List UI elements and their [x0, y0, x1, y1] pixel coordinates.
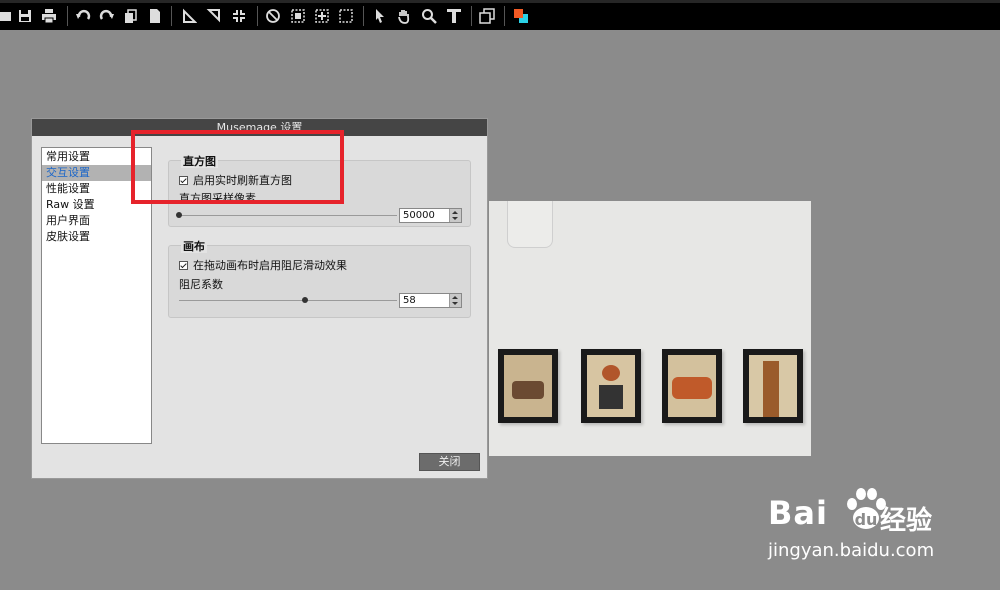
- crop-icon[interactable]: [313, 7, 331, 25]
- spinbox-arrows[interactable]: [449, 294, 461, 307]
- hand-icon[interactable]: [395, 7, 413, 25]
- damping-coefficient-label: 阻尼系数: [179, 278, 223, 291]
- rotate-left-icon[interactable]: [180, 7, 198, 25]
- spinbox-arrows[interactable]: [449, 209, 461, 222]
- save-icon[interactable]: [16, 7, 34, 25]
- spinbox-value: 58: [403, 295, 416, 306]
- window-top-edge: [0, 0, 1000, 3]
- color-icon[interactable]: [512, 7, 530, 25]
- text-icon[interactable]: [445, 7, 463, 25]
- fit-icon[interactable]: [230, 7, 248, 25]
- redo-icon[interactable]: [98, 7, 116, 25]
- damping-slider[interactable]: [179, 297, 397, 303]
- print-icon[interactable]: [40, 7, 58, 25]
- highlight-annotation-box: [131, 130, 344, 204]
- pointer-icon[interactable]: [371, 7, 389, 25]
- page-icon[interactable]: [146, 7, 164, 25]
- layers-icon[interactable]: [478, 7, 496, 25]
- close-button[interactable]: 关闭: [419, 453, 480, 471]
- histogram-sample-spinbox[interactable]: 50000: [399, 208, 462, 223]
- marquee-icon[interactable]: [337, 7, 355, 25]
- canvas-group: 画布 在拖动画布时启用阻尼滑动效果 阻尼系数 58: [168, 240, 471, 318]
- undo-icon[interactable]: [74, 7, 92, 25]
- slider-handle[interactable]: [302, 297, 309, 303]
- toolbar-separator: [471, 6, 472, 26]
- baidu-watermark: Bai du 经验 jingyan.baidu.com: [768, 484, 988, 574]
- toolbar-separator: [363, 6, 364, 26]
- select-rect-icon[interactable]: [289, 7, 307, 25]
- no-icon[interactable]: [264, 7, 282, 25]
- spin-down-icon[interactable]: [452, 217, 458, 220]
- damping-label: 在拖动画布时启用阻尼滑动效果: [193, 259, 347, 272]
- spin-down-icon[interactable]: [452, 302, 458, 305]
- watermark-suffix: 经验: [880, 506, 933, 536]
- spinbox-value: 50000: [403, 210, 435, 221]
- histogram-sample-slider[interactable]: [176, 212, 397, 218]
- rotate-right-icon[interactable]: [205, 7, 223, 25]
- toolbar-separator: [504, 6, 505, 26]
- damping-option[interactable]: 在拖动画布时启用阻尼滑动效果: [179, 257, 347, 273]
- picture-frame: [743, 349, 803, 423]
- copy-icon[interactable]: [122, 7, 140, 25]
- canvas-group-title: 画布: [181, 240, 207, 253]
- picture-frame: [662, 349, 722, 423]
- picture-frame: [498, 349, 558, 423]
- spin-up-icon[interactable]: [452, 211, 458, 214]
- slider-handle[interactable]: [176, 212, 182, 218]
- toolbar-separator: [171, 6, 172, 26]
- lamp-shape: [507, 201, 553, 248]
- toolbar: [0, 0, 1000, 30]
- canvas-photo[interactable]: [489, 201, 811, 456]
- spin-up-icon[interactable]: [452, 296, 458, 299]
- svg-text:du: du: [855, 510, 878, 529]
- damping-spinbox[interactable]: 58: [399, 293, 462, 308]
- toolbar-separator: [67, 6, 68, 26]
- category-item[interactable]: 用户界面: [42, 213, 151, 229]
- open-icon[interactable]: [0, 7, 14, 25]
- watermark-brand: Bai: [768, 494, 828, 532]
- zoom-icon[interactable]: [420, 7, 438, 25]
- toolbar-separator: [257, 6, 258, 26]
- picture-frame: [581, 349, 641, 423]
- watermark-url: jingyan.baidu.com: [768, 540, 935, 561]
- category-item[interactable]: 皮肤设置: [42, 229, 151, 245]
- damping-checkbox[interactable]: [179, 260, 188, 270]
